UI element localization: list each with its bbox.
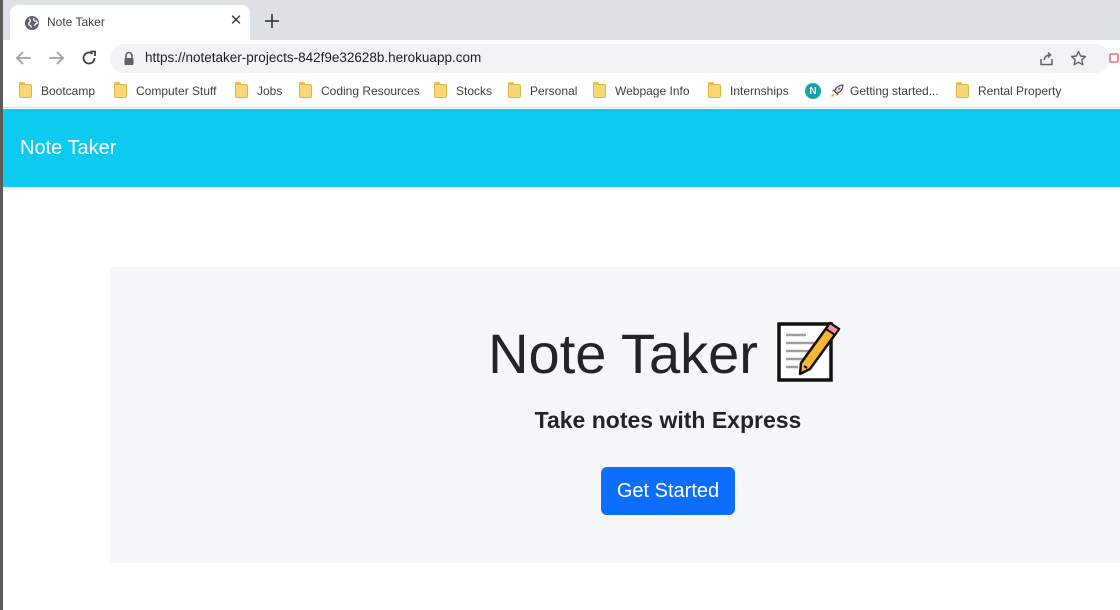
- folder-icon: [508, 82, 521, 98]
- folder-icon: [235, 82, 248, 98]
- bookmark-label: Getting started...: [850, 84, 939, 98]
- bookmark-personal[interactable]: Personal: [508, 82, 577, 100]
- tab-note-taker[interactable]: Note Taker ✕: [10, 5, 250, 40]
- globe-icon: [25, 16, 39, 30]
- bookmark-internships[interactable]: Internships: [708, 82, 789, 100]
- bookmarks-bar: Bootcamp Computer Stuff Jobs Coding Reso…: [0, 76, 1120, 108]
- folder-icon: [114, 82, 127, 98]
- bookmark-notion[interactable]: N: [805, 82, 829, 100]
- folder-icon: [708, 82, 721, 98]
- get-started-button[interactable]: Get Started: [601, 467, 735, 515]
- bookmark-label: Bootcamp: [41, 84, 96, 98]
- bookmark-bootcamp[interactable]: Bootcamp: [19, 82, 95, 100]
- extension-icon[interactable]: [1108, 52, 1120, 64]
- folder-icon: [299, 82, 312, 98]
- folder-icon: [593, 82, 606, 98]
- navbar-brand[interactable]: Note Taker: [20, 137, 116, 160]
- bookmark-label: Stocks: [456, 84, 493, 98]
- url-text[interactable]: https://notetaker-projects-842f9e32628b.…: [145, 50, 481, 65]
- folder-icon: [19, 82, 32, 98]
- bookmark-computer-stuff[interactable]: Computer Stuff: [114, 82, 216, 100]
- hero-title: Note Taker: [110, 319, 1120, 386]
- forward-arrow-icon[interactable]: [46, 48, 66, 68]
- bookmark-label: Coding Resources: [321, 84, 420, 98]
- bookmark-label: Personal: [530, 84, 578, 98]
- hero-section: Note Taker Take notes with Express Get S…: [110, 267, 1120, 563]
- new-tab-icon[interactable]: [263, 12, 281, 30]
- tab-strip: Note Taker ✕: [0, 0, 1120, 40]
- reload-icon[interactable]: [79, 48, 99, 68]
- bookmark-label: Computer Stuff: [136, 84, 217, 98]
- bookmark-webpage-info[interactable]: Webpage Info: [593, 82, 690, 100]
- bookmark-getting-started[interactable]: Getting started...: [829, 82, 939, 100]
- browser-toolbar: https://notetaker-projects-842f9e32628b.…: [0, 40, 1120, 76]
- site-navbar: Note Taker: [3, 109, 1120, 187]
- bookmark-coding-resources[interactable]: Coding Resources: [299, 82, 420, 100]
- close-tab-icon[interactable]: ✕: [228, 13, 244, 29]
- notion-icon: N: [805, 83, 821, 99]
- share-icon[interactable]: [1038, 50, 1055, 67]
- folder-icon: [956, 82, 969, 98]
- back-arrow-icon[interactable]: [14, 48, 34, 68]
- rocket-icon: [830, 84, 844, 98]
- bookmark-jobs[interactable]: Jobs: [235, 82, 282, 100]
- bookmark-label: Internships: [730, 84, 789, 98]
- tab-title: Note Taker: [47, 15, 105, 29]
- lock-icon[interactable]: [122, 51, 136, 66]
- bookmark-label: Jobs: [257, 84, 283, 98]
- bookmark-star-icon[interactable]: [1070, 50, 1087, 67]
- hero-title-text: Note Taker: [488, 322, 758, 385]
- address-bar[interactable]: https://notetaker-projects-842f9e32628b.…: [110, 44, 1110, 73]
- bookmark-rental-property[interactable]: Rental Property: [956, 82, 1061, 100]
- bookmark-label: Rental Property: [978, 84, 1062, 98]
- hero-subtitle: Take notes with Express: [534, 407, 802, 433]
- memo-icon: [777, 321, 841, 382]
- folder-icon: [434, 82, 447, 98]
- bookmark-label: Webpage Info: [615, 84, 690, 98]
- window-edge: [0, 0, 3, 610]
- bookmark-stocks[interactable]: Stocks: [434, 82, 492, 100]
